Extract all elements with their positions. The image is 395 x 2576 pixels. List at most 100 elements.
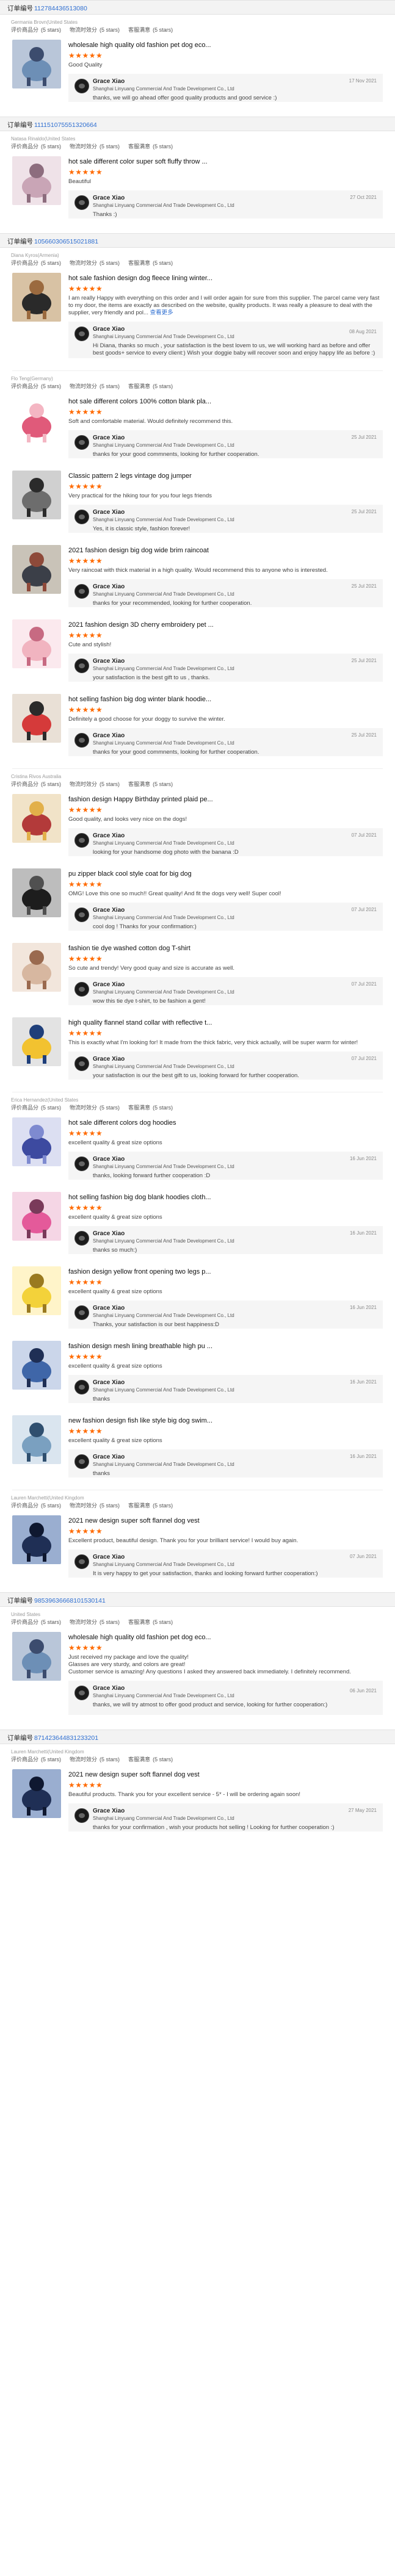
review-item: 2021 fashion design 3D cherry embroidery… <box>0 613 395 688</box>
product-title[interactable]: 2021 fashion design 3D cherry embroidery… <box>68 621 383 629</box>
order-number[interactable]: 871423644831233201 <box>34 1734 98 1742</box>
rating-value: (5 stars) <box>41 27 62 33</box>
product-thumbnail[interactable] <box>12 273 61 322</box>
product-thumbnail[interactable] <box>12 943 61 992</box>
rating-value: (5 stars) <box>41 1503 62 1509</box>
reply-text: thanks so much:) <box>93 1247 137 1254</box>
product-thumbnail[interactable] <box>12 1017 61 1066</box>
product-title[interactable]: hot sale different color super soft fluf… <box>68 157 383 166</box>
rating-label: 评价商品分 <box>11 1105 39 1111</box>
product-thumbnail[interactable] <box>12 1769 61 1818</box>
star-rating: ★★★★★ <box>68 1643 103 1652</box>
star-rating: ★★★★★ <box>68 954 103 963</box>
rating-label: 评价商品分 <box>11 1503 39 1509</box>
product-title[interactable]: hot selling fashion big dog winter blank… <box>68 695 383 704</box>
review-item: hot selling fashion big dog winter blank… <box>0 688 395 762</box>
review-text: Beautiful <box>68 178 91 185</box>
star-rating: ★★★★★ <box>68 482 103 491</box>
product-thumbnail[interactable] <box>12 40 61 88</box>
company-name: Shanghai Linyuang Commercial And Trade D… <box>93 517 234 522</box>
product-title[interactable]: high quality flannel stand collar with r… <box>68 1019 383 1027</box>
product-title[interactable]: pu zipper black cool style coat for big … <box>68 870 383 878</box>
overall-ratings: 评价商品分 (5 stars) 物流时效分 (5 stars) 客服满意 (5 stars… <box>11 383 384 390</box>
reviews-page: 订单编号 112784436513080 Germania Brovn(United… <box>0 0 395 1838</box>
overall-ratings: 评价商品分 (5 stars) 物流时效分 (5 stars) 客服满意 (5 stars… <box>11 1618 384 1626</box>
product-title[interactable]: fashion tie dye washed cotton dog T-shir… <box>68 944 383 953</box>
review-text: Definitely a good choose for your doggy … <box>68 716 225 723</box>
product-title[interactable]: 2021 new design super soft flannel dog v… <box>68 1517 383 1525</box>
product-thumbnail[interactable] <box>12 619 61 668</box>
company-name: Shanghai Linyuang Commercial And Trade D… <box>93 1164 234 1169</box>
reply-date: 16 Jun 2021 <box>349 1454 377 1459</box>
product-title[interactable]: hot sale fashion design dog fleece linin… <box>68 274 383 283</box>
rating-value: (5 stars) <box>100 1756 120 1762</box>
product-title[interactable]: hot sale different colors 100% cotton bl… <box>68 397 383 406</box>
product-thumbnail[interactable] <box>12 1117 61 1166</box>
product-title[interactable]: wholesale high quality old fashion pet d… <box>68 41 383 49</box>
product-title[interactable]: hot sale different colors dog hoodies <box>68 1119 383 1127</box>
product-thumbnail[interactable] <box>12 794 61 843</box>
product-thumbnail[interactable] <box>12 1266 61 1315</box>
product-title[interactable]: Classic pattern 2 legs vintage dog jumpe… <box>68 472 383 480</box>
reply-text: Thanks, your satisfaction is our best ha… <box>93 1321 219 1328</box>
buyer-info: Germania Brovn(United States 评价商品分 (5 star… <box>0 15 395 34</box>
product-title[interactable]: hot selling fashion big dog blank hoodie… <box>68 1193 383 1202</box>
rating-value: (5 stars) <box>100 1619 120 1625</box>
order-number[interactable]: 98539636668101530141 <box>34 1597 106 1604</box>
reply-text: thanks, we will try atmost to offer good… <box>93 1701 328 1708</box>
product-thumbnail[interactable] <box>12 545 61 594</box>
rating-value: (5 stars) <box>153 1503 173 1509</box>
order-number[interactable]: 105660306515021881 <box>34 238 98 245</box>
rating-label: 客服满意 <box>128 143 151 150</box>
product-title[interactable]: fashion design mesh lining breathable hi… <box>68 1342 383 1351</box>
buyer-info: Cristina Rivos Australia 评价商品分 (5 stars) 物流… <box>0 769 395 788</box>
reply-date: 08 Aug 2021 <box>349 329 377 334</box>
product-title[interactable]: fashion design Happy Birthday printed pl… <box>68 795 383 804</box>
seller-reply: Grace Xiao Shanghai Linyuang Commercial A… <box>68 828 383 856</box>
product-title[interactable]: wholesale high quality old fashion pet d… <box>68 1633 383 1642</box>
rating-label: 客服满意 <box>128 1105 151 1111</box>
product-thumbnail[interactable] <box>12 1415 61 1464</box>
overall-ratings: 评价商品分 (5 stars) 物流时效分 (5 stars) 客服满意 (5 stars… <box>11 259 384 267</box>
seller-reply: Grace Xiao Shanghai Linyuang Commercial A… <box>68 1449 383 1477</box>
rating-label: 评价商品分 <box>11 781 39 787</box>
rating-label: 物流时效分 <box>70 1756 98 1762</box>
company-name: Shanghai Linyuang Commercial And Trade D… <box>93 442 234 448</box>
seller-reply: Grace Xiao Shanghai Linyuang Commercial A… <box>68 505 383 533</box>
review-text: Just received my package and love the qu… <box>68 1654 351 1675</box>
order-number[interactable]: 112784436513080 <box>34 5 87 12</box>
product-thumbnail[interactable] <box>12 1515 61 1564</box>
store-name: Grace Xiao <box>93 1156 125 1163</box>
product-thumbnail[interactable] <box>12 1341 61 1390</box>
rating-label: 评价商品分 <box>11 1756 39 1762</box>
reply-date: 16 Jun 2021 <box>349 1156 377 1161</box>
product-title[interactable]: new fashion design fish like style big d… <box>68 1416 383 1425</box>
product-thumbnail[interactable] <box>12 156 61 205</box>
order-number[interactable]: 111151075551320664 <box>34 121 97 129</box>
rating-label: 客服满意 <box>128 1619 151 1625</box>
buyer-info: Lauren Marchetti(United Kingdom 评价商品分 (5 s… <box>0 1744 395 1763</box>
order-header: 订单编号 111151075551320664 <box>0 117 395 131</box>
store-avatar <box>74 1808 89 1823</box>
product-thumbnail[interactable] <box>12 396 61 445</box>
store-name: Grace Xiao <box>93 1230 125 1237</box>
product-title[interactable]: fashion design yellow front opening two … <box>68 1268 383 1276</box>
product-thumbnail[interactable] <box>12 694 61 743</box>
order-header: 订单编号 105660306515021881 <box>0 233 395 248</box>
review-item: wholesale high quality old fashion pet d… <box>0 1626 395 1721</box>
reply-text: thanks <box>93 1470 110 1477</box>
product-thumbnail[interactable] <box>12 471 61 519</box>
store-name: Grace Xiao <box>93 832 125 839</box>
review-item: high quality flannel stand collar with r… <box>0 1011 395 1086</box>
seller-reply: Grace Xiao Shanghai Linyuang Commercial A… <box>68 728 383 756</box>
product-thumbnail[interactable] <box>12 1632 61 1681</box>
company-name: Shanghai Linyuang Commercial And Trade D… <box>93 1387 234 1393</box>
product-title[interactable]: 2021 fashion design big dog wide brim ra… <box>68 546 383 555</box>
rating-value: (5 stars) <box>100 781 120 787</box>
rating-value: (5 stars) <box>153 27 173 33</box>
product-title[interactable]: 2021 new design super soft flannel dog v… <box>68 1770 383 1779</box>
product-thumbnail[interactable] <box>12 868 61 917</box>
product-thumbnail[interactable] <box>12 1192 61 1241</box>
store-avatar <box>74 79 89 93</box>
view-more-link[interactable]: 查看更多 <box>148 309 173 316</box>
